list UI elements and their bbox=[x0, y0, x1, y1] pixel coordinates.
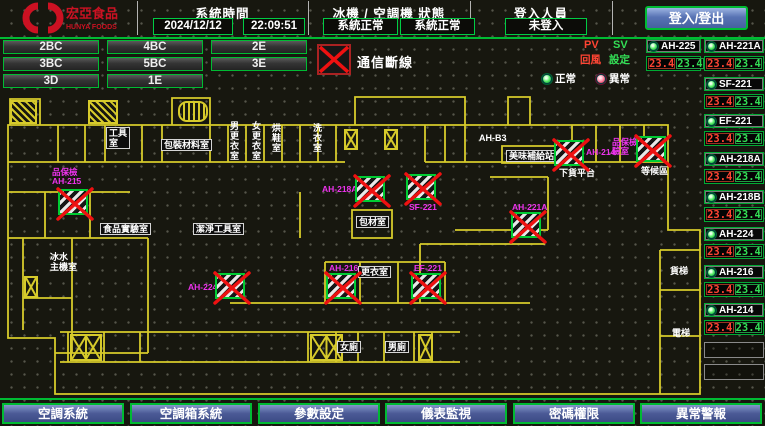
room-label: 包材室 bbox=[356, 216, 389, 228]
ahu-unit-icon[interactable] bbox=[554, 140, 584, 166]
floorplan-walls bbox=[0, 0, 765, 426]
ahu-unit-icon[interactable] bbox=[511, 212, 541, 238]
hmi-screen: 宏亞食品 HUNYA FOODS 系統時間 2024/12/12 22:09:5… bbox=[0, 0, 765, 426]
stairs-icon bbox=[88, 100, 118, 124]
equipment-label: AH-214 bbox=[586, 148, 615, 157]
shaft-x-icon bbox=[344, 129, 358, 150]
room-label: 貨梯 bbox=[670, 266, 688, 276]
room-label: 洗衣室 bbox=[312, 123, 322, 153]
equipment-label: 品保檢 AH-215 bbox=[52, 168, 81, 186]
shaft-double-x-icon bbox=[70, 334, 102, 361]
ahu-unit-icon[interactable] bbox=[215, 273, 245, 299]
room-label: 女廁 bbox=[337, 341, 361, 353]
vent-grille-icon bbox=[178, 101, 208, 122]
room-label: 更衣室 bbox=[358, 266, 391, 278]
room-label: 包裝材料室 bbox=[161, 139, 212, 151]
ahu-unit-icon[interactable] bbox=[636, 136, 666, 162]
room-label: 男更衣室 bbox=[229, 121, 239, 161]
room-label: 食品實驗室 bbox=[100, 223, 151, 235]
shaft-x-icon bbox=[418, 334, 433, 361]
room-label: 工具 室 bbox=[106, 127, 130, 149]
ahu-unit-icon[interactable] bbox=[326, 273, 356, 299]
room-label: 女更衣室 bbox=[251, 121, 261, 161]
ahu-unit-icon[interactable] bbox=[355, 176, 385, 202]
shaft-x-icon bbox=[24, 276, 38, 298]
shaft-x-icon bbox=[384, 129, 398, 150]
room-label: 男廁 bbox=[385, 341, 409, 353]
ahu-unit-icon[interactable] bbox=[406, 174, 436, 200]
room-label: 潔淨工具室 bbox=[193, 223, 244, 235]
room-label: 電梯 bbox=[672, 328, 690, 338]
room-label: AH-B3 bbox=[479, 133, 507, 143]
stairs-icon bbox=[10, 100, 37, 124]
room-label: 冰水 主機室 bbox=[50, 252, 77, 272]
ahu-unit-icon[interactable] bbox=[58, 189, 88, 215]
ahu-unit-icon[interactable] bbox=[411, 273, 441, 299]
room-label: 烘鞋室 bbox=[271, 123, 281, 153]
